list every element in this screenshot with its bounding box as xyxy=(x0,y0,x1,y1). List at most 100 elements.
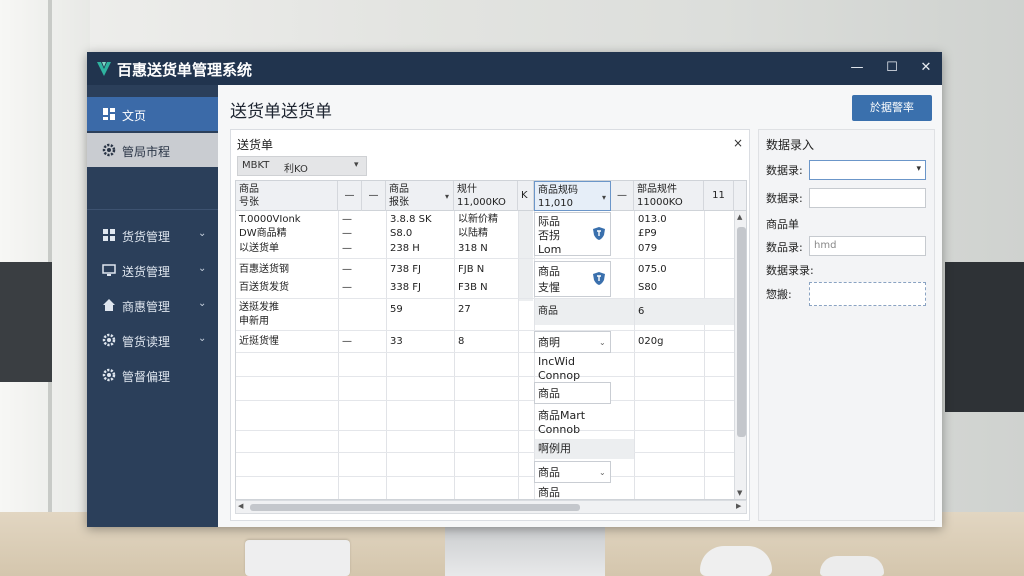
column-header[interactable]: 部品规件 11000KO xyxy=(634,181,704,211)
header-line: 号张 xyxy=(239,197,259,208)
scroll-up-icon[interactable]: ▲ xyxy=(737,213,742,221)
table-row[interactable] xyxy=(236,401,746,431)
sidebar-item-label: 管局市程 xyxy=(122,145,171,159)
dropdown-item: 啊例用 xyxy=(538,442,571,455)
column-header[interactable]: 11 xyxy=(704,181,734,211)
minimize-button[interactable]: — xyxy=(847,59,867,77)
column-header-selected[interactable]: 商品规码 11,010 ▾ xyxy=(534,181,611,211)
shield-icon[interactable] xyxy=(593,272,605,285)
cell: 商明 xyxy=(538,336,560,349)
cell: — xyxy=(342,282,352,293)
header-line: 部品规件 xyxy=(637,184,677,195)
maximize-button[interactable]: ☐ xyxy=(882,59,902,77)
entry-input[interactable]: hmd xyxy=(809,236,926,256)
dashboard-icon xyxy=(103,108,115,120)
cell: 送挺发推 xyxy=(239,302,279,313)
cell: 支惺 xyxy=(538,281,560,294)
cell: Lom xyxy=(538,243,562,256)
scroll-down-icon[interactable]: ▼ xyxy=(737,489,742,497)
dropdown-item-box[interactable]: 商品 xyxy=(534,382,611,404)
header-line: 报张 xyxy=(389,197,409,208)
keyboard xyxy=(245,540,350,576)
dropdown-item[interactable]: 商品 xyxy=(538,486,560,499)
header-line: 11000KO xyxy=(637,197,683,208)
scroll-thumb[interactable] xyxy=(250,504,580,511)
grid-icon xyxy=(103,229,115,241)
column-header[interactable]: 商品 号张 xyxy=(236,181,338,211)
column-header[interactable]: — xyxy=(338,181,362,211)
panel-title: 送货单 xyxy=(237,138,274,152)
table-row[interactable]: T.0000VIonk — 3.8.8 SK 以新价精 013.0 DW商品精 … xyxy=(236,211,746,259)
cell: 百惠送货钢 xyxy=(239,264,289,275)
dropdown-item-box[interactable]: 啊例用 xyxy=(535,439,634,459)
app-logo-icon xyxy=(97,62,111,76)
sidebar-item-management[interactable]: 管局市程 xyxy=(87,133,218,167)
cell: — xyxy=(342,336,352,347)
main-content: 送货单送货单 於据警率 送货单 × MBKT 利KO ▾ 商品 号张 — — 商… xyxy=(218,85,942,527)
cell: S8.0 xyxy=(390,228,413,239)
scroll-right-icon[interactable]: ▶ xyxy=(736,502,741,510)
product-cell-box[interactable]: 商品 支惺 xyxy=(534,261,611,297)
filter-label: MBKT xyxy=(242,160,270,171)
table-row[interactable] xyxy=(236,453,746,477)
chevron-down-icon: ⌄ xyxy=(599,338,606,347)
sidebar-item-home[interactable]: 文页 xyxy=(87,97,218,131)
dropdown-item[interactable]: IncWid xyxy=(538,355,575,368)
dropdown-item[interactable]: 商品Mart xyxy=(538,409,585,422)
dropdown-item[interactable]: Connop xyxy=(538,369,580,382)
table-header: 商品 号张 — — 商品 报张 ▾ 规什 11,000KO K 商品规码 11,… xyxy=(236,181,746,211)
horizontal-scrollbar[interactable]: ◀ ▶ xyxy=(235,500,747,514)
table-row[interactable]: 近挺货惺 — 33 8 020g xyxy=(236,331,746,353)
scroll-left-icon[interactable]: ◀ xyxy=(238,502,243,510)
background-window-frame xyxy=(48,0,52,520)
cell: 013.0 xyxy=(638,214,667,225)
field-label: 数据录录: xyxy=(766,264,814,277)
chevron-down-icon: ▾ xyxy=(444,192,449,201)
product-cell-box[interactable]: 际品 否拐 Lom xyxy=(534,212,611,256)
column-header[interactable]: — xyxy=(611,181,634,211)
entry-input[interactable] xyxy=(809,282,926,306)
panel-close-icon[interactable]: × xyxy=(733,136,743,150)
entry-input[interactable] xyxy=(809,188,926,208)
header-line: — xyxy=(344,190,355,201)
dropdown-item[interactable]: Connob xyxy=(538,423,580,436)
product-select[interactable]: 商明 ⌄ xyxy=(534,331,611,353)
table-row[interactable]: 送挺发推 申新用 59 27 商品 6 xyxy=(236,299,746,331)
field-label: 惣搬: xyxy=(766,288,792,301)
column-header[interactable]: K xyxy=(518,181,534,211)
cell: 以陆精 xyxy=(458,228,488,239)
home-icon xyxy=(103,299,115,311)
scroll-thumb[interactable] xyxy=(737,227,746,437)
background-window xyxy=(0,0,90,520)
vertical-scrollbar[interactable]: ▲ ▼ xyxy=(734,211,746,499)
delivery-table: 商品 号张 — — 商品 报张 ▾ 规什 11,000KO K 商品规码 11,… xyxy=(235,180,747,500)
sidebar-item-settings[interactable]: 管货读理 ⌄ xyxy=(87,323,218,357)
shield-icon[interactable] xyxy=(593,227,605,240)
sidebar-item-label: 商惠管理 xyxy=(122,300,171,314)
column-header[interactable]: 商品 报张 ▾ xyxy=(386,181,454,211)
column-header[interactable]: 规什 11,000KO xyxy=(454,181,518,211)
dropdown-item: 商品 xyxy=(538,387,560,400)
table-row[interactable] xyxy=(236,377,746,401)
sidebar-item-delivery[interactable]: 送货管理 ⌄ xyxy=(87,253,218,287)
table-row[interactable] xyxy=(236,353,746,377)
close-button[interactable]: ✕ xyxy=(916,59,936,77)
sidebar-item-label: 管督偏理 xyxy=(122,370,171,384)
table-row[interactable] xyxy=(236,431,746,453)
dropdown-item-box[interactable]: 商品 ⌄ xyxy=(534,461,611,483)
column-header[interactable]: — xyxy=(362,181,386,211)
cell: — xyxy=(342,228,352,239)
header-line: 商品规码 xyxy=(538,185,578,196)
entry-select[interactable]: ▾ xyxy=(809,160,926,180)
page-title: 送货单送货单 xyxy=(230,102,332,122)
chevron-down-icon: ⌄ xyxy=(198,263,207,274)
sidebar-item-merchant[interactable]: 商惠管理 ⌄ xyxy=(87,288,218,322)
filter-value: 利KO xyxy=(284,164,308,175)
data-search-button[interactable]: 於据警率 xyxy=(852,95,932,121)
sidebar-item-goods[interactable]: 货货管理 ⌄ xyxy=(87,218,218,252)
table-row[interactable]: 百惠送货钢 — 738 FJ FJB N 075.0 百送货发货 — 338 F… xyxy=(236,259,746,299)
cell: FJB N xyxy=(458,264,485,275)
field-label: 数品录: xyxy=(766,241,803,254)
sidebar-item-supervision[interactable]: 管督偏理 xyxy=(87,358,218,392)
filter-select[interactable]: MBKT 利KO ▾ xyxy=(237,156,367,176)
